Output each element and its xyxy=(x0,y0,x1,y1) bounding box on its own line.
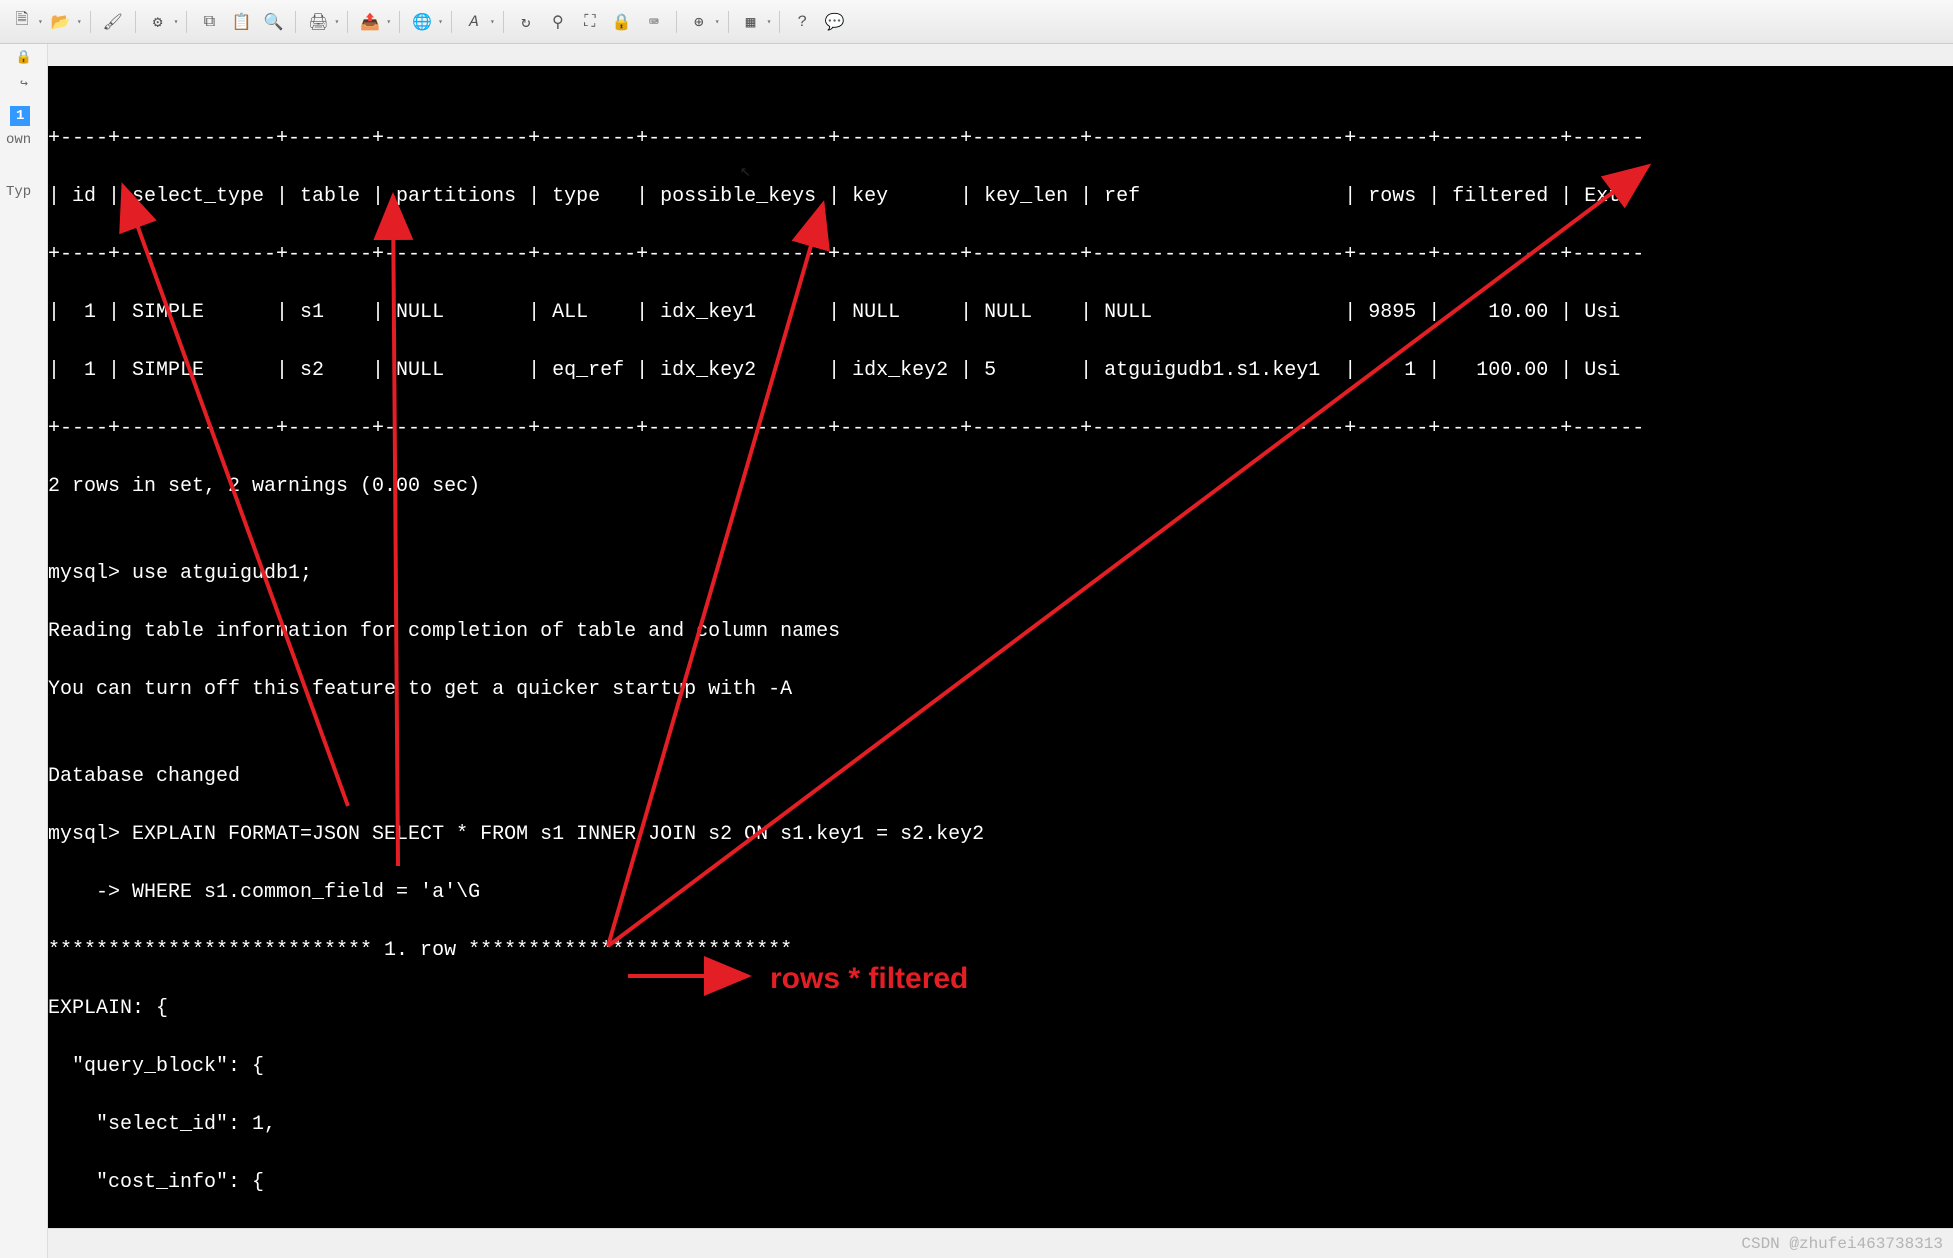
gutter-label-type: Typ xyxy=(0,184,47,200)
json-line: "query_block": { xyxy=(48,1052,1953,1081)
toolbar: 🗎▾ 📂▾ 🖌 ⚙▾ ⧉ 📋 🔍 🖨▾ 📤▾ 🌐▾ A▾ ↻ ⚲ ⛶ 🔒 ⌨ ⊕… xyxy=(0,0,1953,44)
mysql-prompt: mysql> EXPLAIN FORMAT=JSON SELECT * FROM… xyxy=(48,820,1953,849)
console-line: -> WHERE s1.common_field = 'a'\G xyxy=(48,878,1953,907)
export-icon[interactable]: 📤 xyxy=(356,8,384,36)
toolbar-separator xyxy=(779,11,780,33)
table-border: +----+-------------+-------+------------… xyxy=(48,124,1953,153)
toolbar-separator xyxy=(295,11,296,33)
lock-gutter-icon[interactable]: 🔒 xyxy=(0,44,48,70)
terminal-output[interactable]: +----+-------------+-------+------------… xyxy=(48,66,1953,1228)
active-line-number[interactable]: 1 xyxy=(10,106,30,126)
watermark-text: CSDN @zhufei463738313 xyxy=(1741,1235,1943,1253)
toolbar-separator xyxy=(728,11,729,33)
globe-icon[interactable]: 🌐 xyxy=(408,8,436,36)
table-border: +----+-------------+-------+------------… xyxy=(48,240,1953,269)
json-line: EXPLAIN: { xyxy=(48,994,1953,1023)
table-border: +----+-------------+-------+------------… xyxy=(48,414,1953,443)
layout-icon[interactable]: ▦ xyxy=(737,8,765,36)
result-summary: 2 rows in set, 2 warnings (0.00 sec) xyxy=(48,472,1953,501)
table-row: | 1 | SIMPLE | s2 | NULL | eq_ref | idx_… xyxy=(48,356,1953,385)
toolbar-separator xyxy=(399,11,400,33)
fullscreen-icon[interactable]: ⛶ xyxy=(576,8,604,36)
table-row: | 1 | SIMPLE | s1 | NULL | ALL | idx_key… xyxy=(48,298,1953,327)
refresh-icon[interactable]: ↻ xyxy=(512,8,540,36)
print-icon[interactable]: 🖨 xyxy=(304,8,332,36)
search-icon[interactable]: 🔍 xyxy=(259,8,287,36)
help-icon[interactable]: ? xyxy=(788,8,816,36)
gutter-label-own: own xyxy=(0,132,47,148)
json-line: "select_id": 1, xyxy=(48,1110,1953,1139)
toolbar-separator xyxy=(676,11,677,33)
add-file-icon[interactable]: ⊕ xyxy=(685,8,713,36)
status-bar: CSDN @zhufei463738313 xyxy=(0,1228,1953,1258)
toolbar-separator xyxy=(451,11,452,33)
mouse-cursor-icon: ↖ xyxy=(740,160,751,182)
toolbar-separator xyxy=(90,11,91,33)
comment-icon[interactable]: 💬 xyxy=(820,8,848,36)
editor-gutter: 🔒 ↪ 1 own Typ xyxy=(0,44,48,1258)
row-separator: *************************** 1. row *****… xyxy=(48,936,1953,965)
table-header-row: | id | select_type | table | partitions … xyxy=(48,182,1953,211)
font-icon[interactable]: A xyxy=(460,8,488,36)
paint-icon[interactable]: 🖌 xyxy=(99,8,127,36)
keyboard-icon[interactable]: ⌨ xyxy=(640,8,668,36)
new-file-icon[interactable]: 🗎 xyxy=(8,8,36,36)
bug-icon[interactable]: ⚲ xyxy=(544,8,572,36)
console-line: Database changed xyxy=(48,762,1953,791)
toolbar-separator xyxy=(503,11,504,33)
console-line: Reading table information for completion… xyxy=(48,617,1953,646)
toolbar-separator xyxy=(186,11,187,33)
json-line: "cost_info": { xyxy=(48,1168,1953,1197)
mysql-prompt: mysql> use atguigudb1; xyxy=(48,559,1953,588)
open-file-icon[interactable]: 📂 xyxy=(47,8,75,36)
arrow-gutter-icon[interactable]: ↪ xyxy=(0,70,48,96)
paste-icon[interactable]: 📋 xyxy=(227,8,255,36)
toolbar-separator xyxy=(135,11,136,33)
lock-icon[interactable]: 🔒 xyxy=(608,8,636,36)
console-line: You can turn off this feature to get a q… xyxy=(48,675,1953,704)
toolbar-separator xyxy=(347,11,348,33)
gear-icon[interactable]: ⚙ xyxy=(144,8,172,36)
copy-icon[interactable]: ⧉ xyxy=(195,8,223,36)
